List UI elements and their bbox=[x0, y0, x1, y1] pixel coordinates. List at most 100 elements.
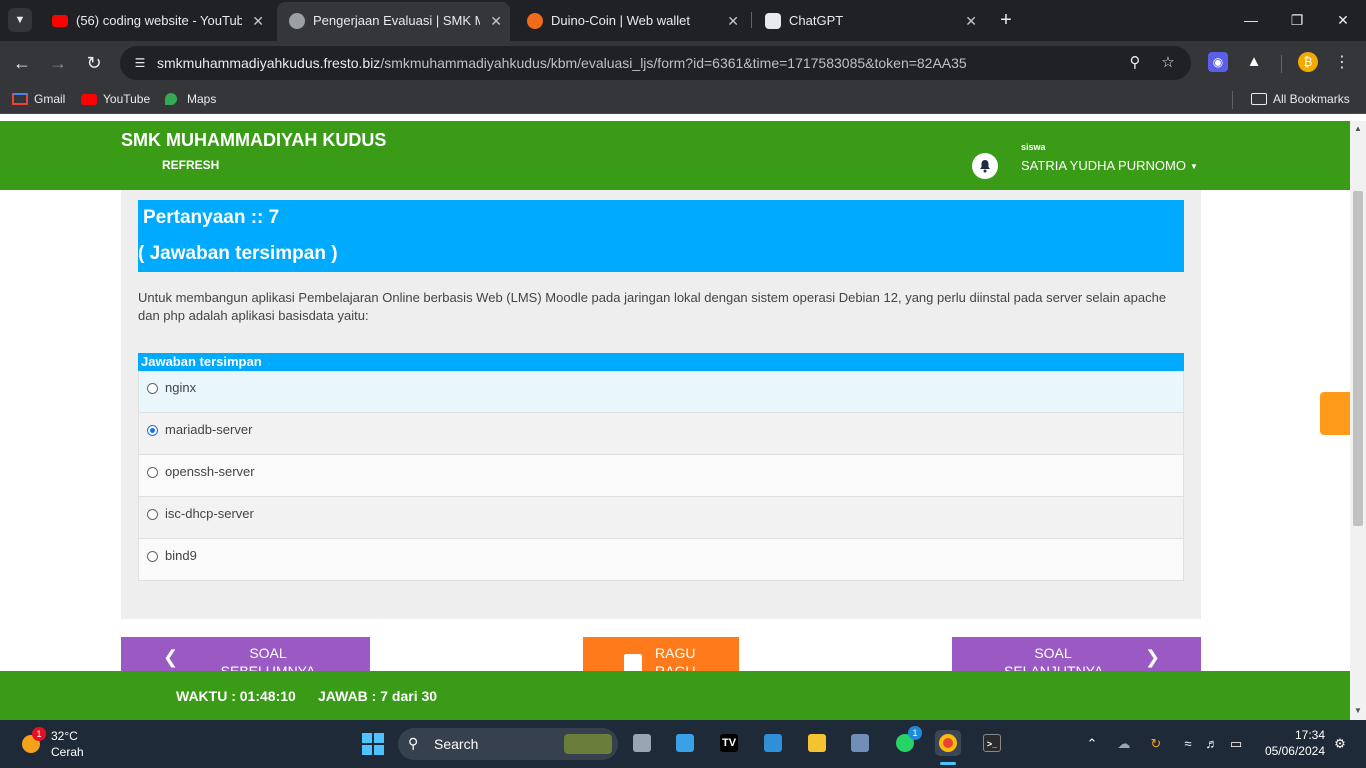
tab-youtube[interactable]: (56) coding website - YouTube ✕ bbox=[40, 6, 272, 36]
weather-widget[interactable]: 1 bbox=[18, 727, 46, 757]
answer-option[interactable]: nginx bbox=[138, 371, 1184, 413]
tab-chatgpt[interactable]: ChatGPT ✕ bbox=[753, 6, 985, 36]
answer-radio[interactable] bbox=[147, 551, 158, 562]
close-tab-icon[interactable]: ✕ bbox=[490, 2, 502, 40]
answer-radio[interactable] bbox=[147, 509, 158, 520]
answer-option[interactable]: isc-dhcp-server bbox=[138, 497, 1184, 539]
reload-button[interactable]: ↻ bbox=[82, 51, 106, 75]
answer-option[interactable]: openssh-server bbox=[138, 455, 1184, 497]
answer-radio[interactable] bbox=[147, 425, 158, 436]
tray-overflow-chevron-icon[interactable]: ⌃ bbox=[1083, 735, 1101, 753]
minimize-button[interactable]: — bbox=[1228, 0, 1274, 41]
bookmark-youtube[interactable]: YouTube bbox=[81, 91, 150, 107]
chrome-icon[interactable] bbox=[935, 730, 961, 756]
wifi-icon[interactable]: ≈ bbox=[1179, 735, 1197, 753]
floating-side-tab[interactable] bbox=[1320, 392, 1350, 435]
new-tab-button[interactable]: + bbox=[996, 8, 1016, 32]
answer-label[interactable]: isc-dhcp-server bbox=[165, 506, 254, 521]
youtube-icon bbox=[81, 94, 97, 105]
site-info-icon[interactable]: ☰ bbox=[132, 55, 148, 71]
bitcoin-extension-icon[interactable]: ₿ bbox=[1298, 52, 1318, 72]
refresh-link[interactable]: REFRESH bbox=[162, 158, 219, 172]
cube-glyph bbox=[851, 734, 869, 752]
extensions-puzzle-icon[interactable]: ▲ bbox=[1244, 52, 1264, 72]
notification-bell-icon[interactable] bbox=[972, 153, 998, 179]
chevron-right-icon: ❯ bbox=[1145, 647, 1161, 667]
tab-title: Pengerjaan Evaluasi | SMK MUH bbox=[313, 13, 480, 28]
ragu-checkbox[interactable] bbox=[624, 654, 642, 672]
search-highlight-image bbox=[564, 734, 612, 754]
windows-taskbar: 1 32°C Cerah ⚲ Search TV 1 >_ ⌃ ☁ ↻ ≈ ♬ … bbox=[0, 720, 1366, 768]
bookmark-gmail[interactable]: Gmail bbox=[12, 91, 65, 107]
back-button[interactable]: ← bbox=[10, 51, 34, 75]
user-menu[interactable]: SATRIA YUDHA PURNOMO ▼ bbox=[1021, 158, 1198, 173]
scroll-down-arrow-icon[interactable]: ▼ bbox=[1353, 706, 1363, 715]
tab-search-button[interactable]: ▼ bbox=[8, 8, 32, 32]
extension-vpn-icon[interactable]: ◉ bbox=[1208, 52, 1228, 72]
bookmark-label: Maps bbox=[187, 92, 217, 106]
tradingview-icon[interactable]: TV bbox=[716, 730, 742, 756]
school-name[interactable]: SMK MUHAMMADIYAH KUDUS bbox=[121, 130, 386, 151]
file-explorer-icon[interactable] bbox=[804, 730, 830, 756]
page-scrollbar[interactable]: ▲ ▼ bbox=[1350, 121, 1366, 720]
all-bookmarks-button[interactable]: All Bookmarks bbox=[1251, 91, 1350, 107]
tab-duino-coin[interactable]: Duino-Coin | Web wallet ✕ bbox=[515, 6, 747, 36]
bookmark-star-icon[interactable]: ☆ bbox=[1159, 54, 1177, 72]
answer-label[interactable]: bind9 bbox=[165, 548, 197, 563]
gmail-icon bbox=[12, 93, 28, 105]
task-view-icon[interactable] bbox=[629, 730, 655, 756]
folder-icon bbox=[1251, 93, 1267, 105]
answer-list: Jawaban tersimpan nginx mariadb-server o… bbox=[138, 353, 1184, 581]
clock-date[interactable]: 05/06/2024 bbox=[1256, 744, 1325, 758]
answer-label[interactable]: nginx bbox=[165, 380, 196, 395]
tab-divider bbox=[751, 12, 752, 28]
close-tab-icon[interactable]: ✕ bbox=[965, 6, 977, 36]
phone-link-icon[interactable] bbox=[760, 730, 786, 756]
forward-button[interactable]: → bbox=[46, 51, 70, 75]
widgets-app-icon[interactable] bbox=[672, 730, 698, 756]
address-bar[interactable]: ☰ smkmuhammadiyahkudus.fresto.biz/smkmuh… bbox=[120, 46, 1191, 80]
weather-temperature[interactable]: 32°C bbox=[51, 729, 78, 743]
bookmark-maps[interactable]: Maps bbox=[165, 91, 216, 107]
scroll-thumb[interactable] bbox=[1353, 191, 1363, 526]
chrome-menu-icon[interactable]: ⋮ bbox=[1330, 51, 1354, 75]
answer-label[interactable]: mariadb-server bbox=[165, 422, 252, 437]
caret-down-icon: ▼ bbox=[1189, 162, 1198, 172]
whatsapp-icon[interactable]: 1 bbox=[892, 726, 922, 756]
notification-center-icon[interactable]: ⚙ bbox=[1331, 735, 1349, 753]
question-status: ( Jawaban tersimpan ) bbox=[138, 243, 338, 264]
volume-icon[interactable]: ♬ bbox=[1203, 735, 1221, 753]
zoom-search-icon[interactable]: ⚲ bbox=[1126, 54, 1144, 72]
answer-option[interactable]: mariadb-server bbox=[138, 413, 1184, 455]
start-windows-icon[interactable] bbox=[362, 733, 384, 755]
answer-radio[interactable] bbox=[147, 467, 158, 478]
sync-icon[interactable]: ↻ bbox=[1147, 735, 1165, 753]
answer-option[interactable]: bind9 bbox=[138, 539, 1184, 581]
terminal-icon[interactable]: >_ bbox=[979, 730, 1005, 756]
restore-button[interactable]: ❐ bbox=[1274, 0, 1320, 41]
url-text[interactable]: smkmuhammadiyahkudus.fresto.biz/smkmuham… bbox=[157, 46, 967, 80]
chevron-left-icon: ❮ bbox=[163, 647, 179, 667]
close-window-button[interactable]: ✕ bbox=[1320, 0, 1366, 41]
virtualbox-icon[interactable] bbox=[847, 730, 873, 756]
chrome-glyph bbox=[939, 734, 957, 752]
youtube-icon bbox=[52, 15, 68, 27]
answer-radio[interactable] bbox=[147, 383, 158, 394]
weather-badge: 1 bbox=[32, 727, 46, 741]
clock-time[interactable]: 17:34 bbox=[1283, 728, 1325, 742]
weather-condition[interactable]: Cerah bbox=[51, 745, 84, 759]
scroll-up-arrow-icon[interactable]: ▲ bbox=[1353, 124, 1363, 133]
close-tab-icon[interactable]: ✕ bbox=[727, 6, 739, 36]
active-app-indicator bbox=[940, 762, 956, 765]
question-header: Pertanyaan :: 7 ( Jawaban tersimpan ) bbox=[138, 200, 1184, 272]
taskbar-search[interactable]: ⚲ Search bbox=[398, 728, 618, 760]
close-tab-icon[interactable]: ✕ bbox=[252, 6, 264, 36]
site-header: SMK MUHAMMADIYAH KUDUS REFRESH siswa SAT… bbox=[0, 121, 1350, 190]
task-view-glyph bbox=[633, 734, 651, 752]
answer-label[interactable]: openssh-server bbox=[165, 464, 255, 479]
tab-evaluasi[interactable]: Pengerjaan Evaluasi | SMK MUH ✕ bbox=[277, 2, 510, 41]
whatsapp-badge: 1 bbox=[908, 726, 922, 740]
ragu-label-line1: RAGU bbox=[655, 645, 696, 661]
battery-icon[interactable]: ▭ bbox=[1227, 735, 1245, 753]
onedrive-error-icon[interactable]: ☁ bbox=[1115, 735, 1133, 753]
